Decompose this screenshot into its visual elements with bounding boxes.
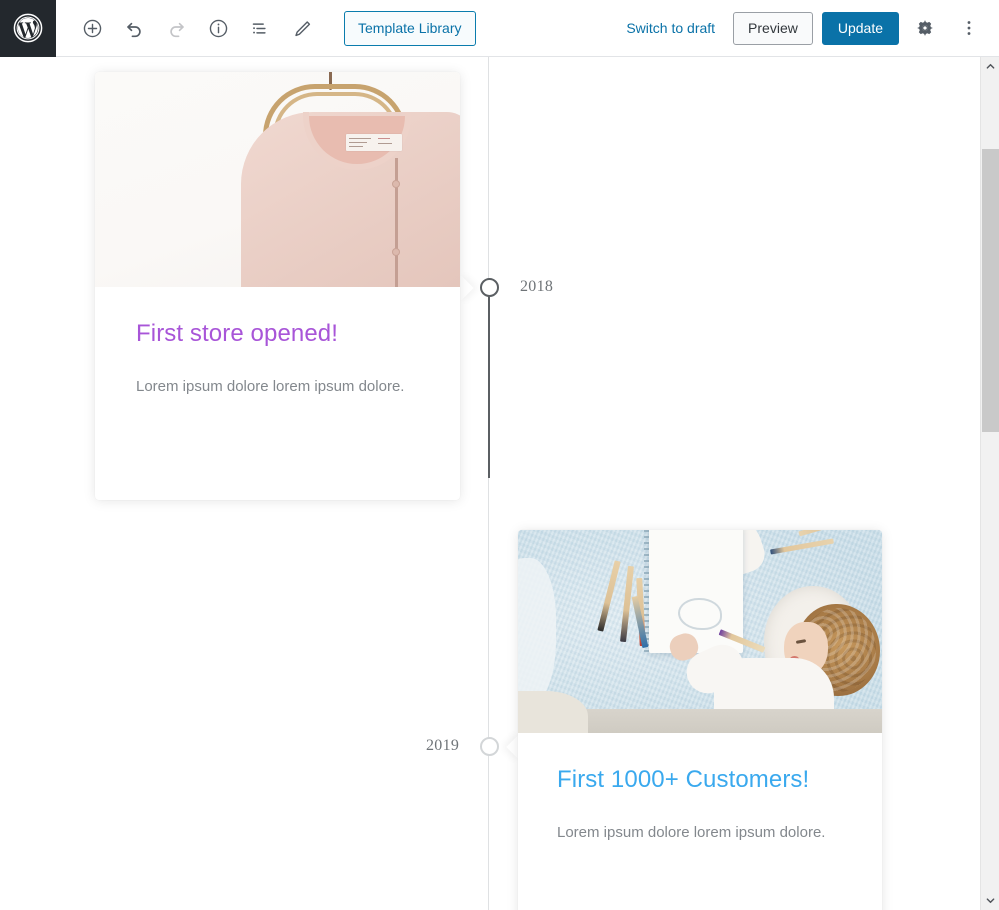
toolbar-right-group: Switch to draft Preview Update [616, 10, 999, 46]
switch-to-draft-button[interactable]: Switch to draft [616, 12, 725, 44]
kebab-menu-icon[interactable] [951, 10, 987, 46]
timeline-card-2019[interactable]: First 1000+ Customers! Lorem ipsum dolor… [518, 530, 882, 910]
timeline-marker-2019[interactable] [480, 737, 499, 756]
chevron-down-icon[interactable] [981, 891, 999, 910]
timeline-card-text-2019[interactable]: Lorem ipsum dolore lorem ipsum dolore. [557, 822, 843, 845]
timeline-spine [488, 57, 489, 910]
timeline-card-image-2018[interactable] [95, 72, 460, 287]
scroll-thumb[interactable] [982, 149, 999, 432]
timeline-card-title-2018[interactable]: First store opened! [136, 319, 419, 349]
wordpress-logo-icon[interactable] [0, 0, 56, 57]
list-view-icon[interactable] [242, 10, 278, 46]
timeline-card-body-2019: First 1000+ Customers! Lorem ipsum dolor… [518, 733, 882, 865]
timeline-block[interactable]: 2018 First store opened! Lorem ipsum dol… [0, 57, 980, 910]
editor-toolbar: Template Library Switch to draft Preview… [0, 0, 999, 57]
update-button[interactable]: Update [821, 11, 899, 45]
editor-canvas: 2018 First store opened! Lorem ipsum dol… [0, 57, 980, 910]
timeline-card-title-2019[interactable]: First 1000+ Customers! [557, 765, 843, 795]
timeline-card-body-2018: First store opened! Lorem ipsum dolore l… [95, 287, 460, 419]
timeline-year-2018: 2018 [520, 278, 554, 295]
redo-icon[interactable] [158, 10, 194, 46]
timeline-year-2019: 2019 [426, 737, 460, 754]
template-library-button[interactable]: Template Library [344, 10, 476, 46]
undo-icon[interactable] [116, 10, 152, 46]
timeline-card-2018[interactable]: First store opened! Lorem ipsum dolore l… [95, 72, 460, 500]
preview-button[interactable]: Preview [733, 11, 813, 45]
add-block-icon[interactable] [74, 10, 110, 46]
timeline-card-text-2018[interactable]: Lorem ipsum dolore lorem ipsum dolore. [136, 376, 419, 399]
vertical-scrollbar[interactable] [980, 57, 999, 910]
gear-icon[interactable] [907, 10, 943, 46]
kids-drawing-photo [518, 530, 882, 733]
timeline-spine-active [488, 288, 490, 478]
timeline-card-image-2019[interactable] [518, 530, 882, 733]
toolbar-icon-group [74, 10, 320, 46]
edit-pencil-icon[interactable] [284, 10, 320, 46]
timeline-marker-2018[interactable] [480, 278, 499, 297]
chevron-up-icon[interactable] [981, 57, 999, 76]
jacket-photo [95, 72, 460, 287]
info-icon[interactable] [200, 10, 236, 46]
